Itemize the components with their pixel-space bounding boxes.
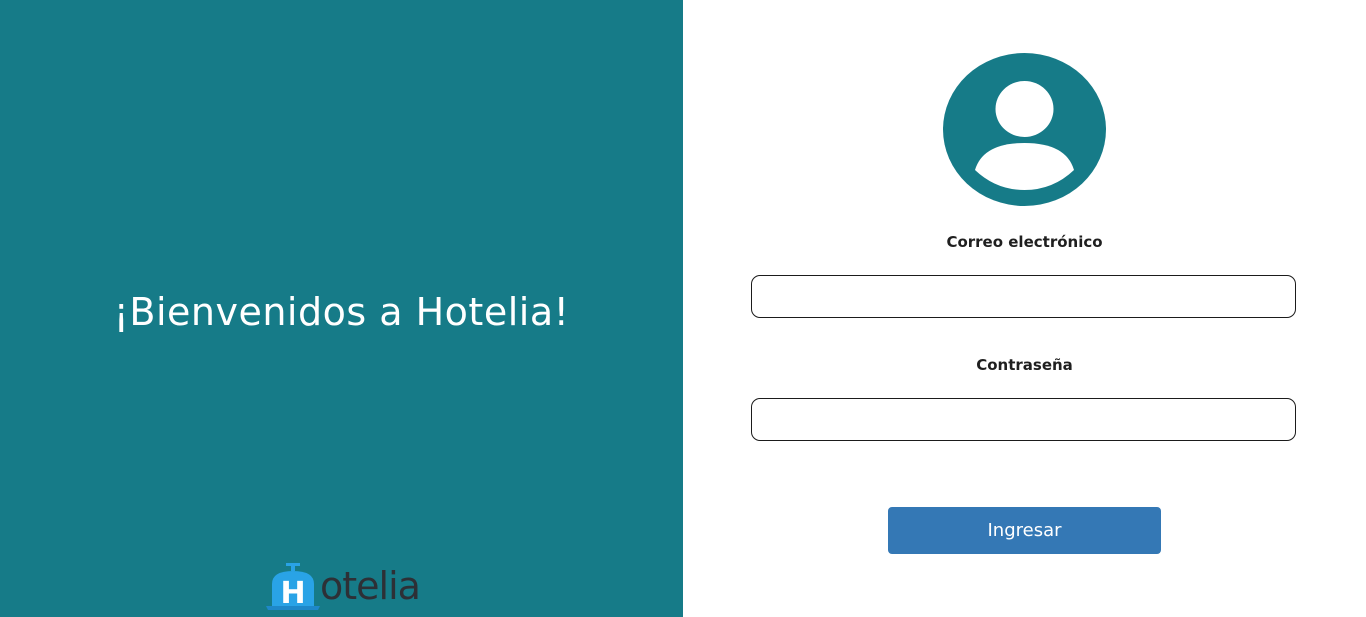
email-label: Correo electrónico: [946, 233, 1103, 251]
hotel-bell-icon: H: [266, 563, 320, 611]
welcome-title: ¡Bienvenidos a Hotelia!: [113, 290, 570, 334]
logo-text: otelia: [320, 564, 421, 608]
password-field[interactable]: [751, 398, 1296, 441]
logo-letter: H: [280, 576, 305, 611]
login-button[interactable]: Ingresar: [888, 507, 1161, 554]
hotelia-logo: H otelia: [266, 562, 426, 612]
welcome-panel: ¡Bienvenidos a Hotelia! H otelia: [0, 0, 683, 617]
user-avatar-icon: [943, 53, 1106, 206]
login-form: Correo electrónico Contraseña Ingresar: [683, 0, 1366, 617]
email-field[interactable]: [751, 275, 1296, 318]
login-page: ¡Bienvenidos a Hotelia! H otelia Correo …: [0, 0, 1366, 617]
password-label: Contraseña: [976, 356, 1073, 374]
